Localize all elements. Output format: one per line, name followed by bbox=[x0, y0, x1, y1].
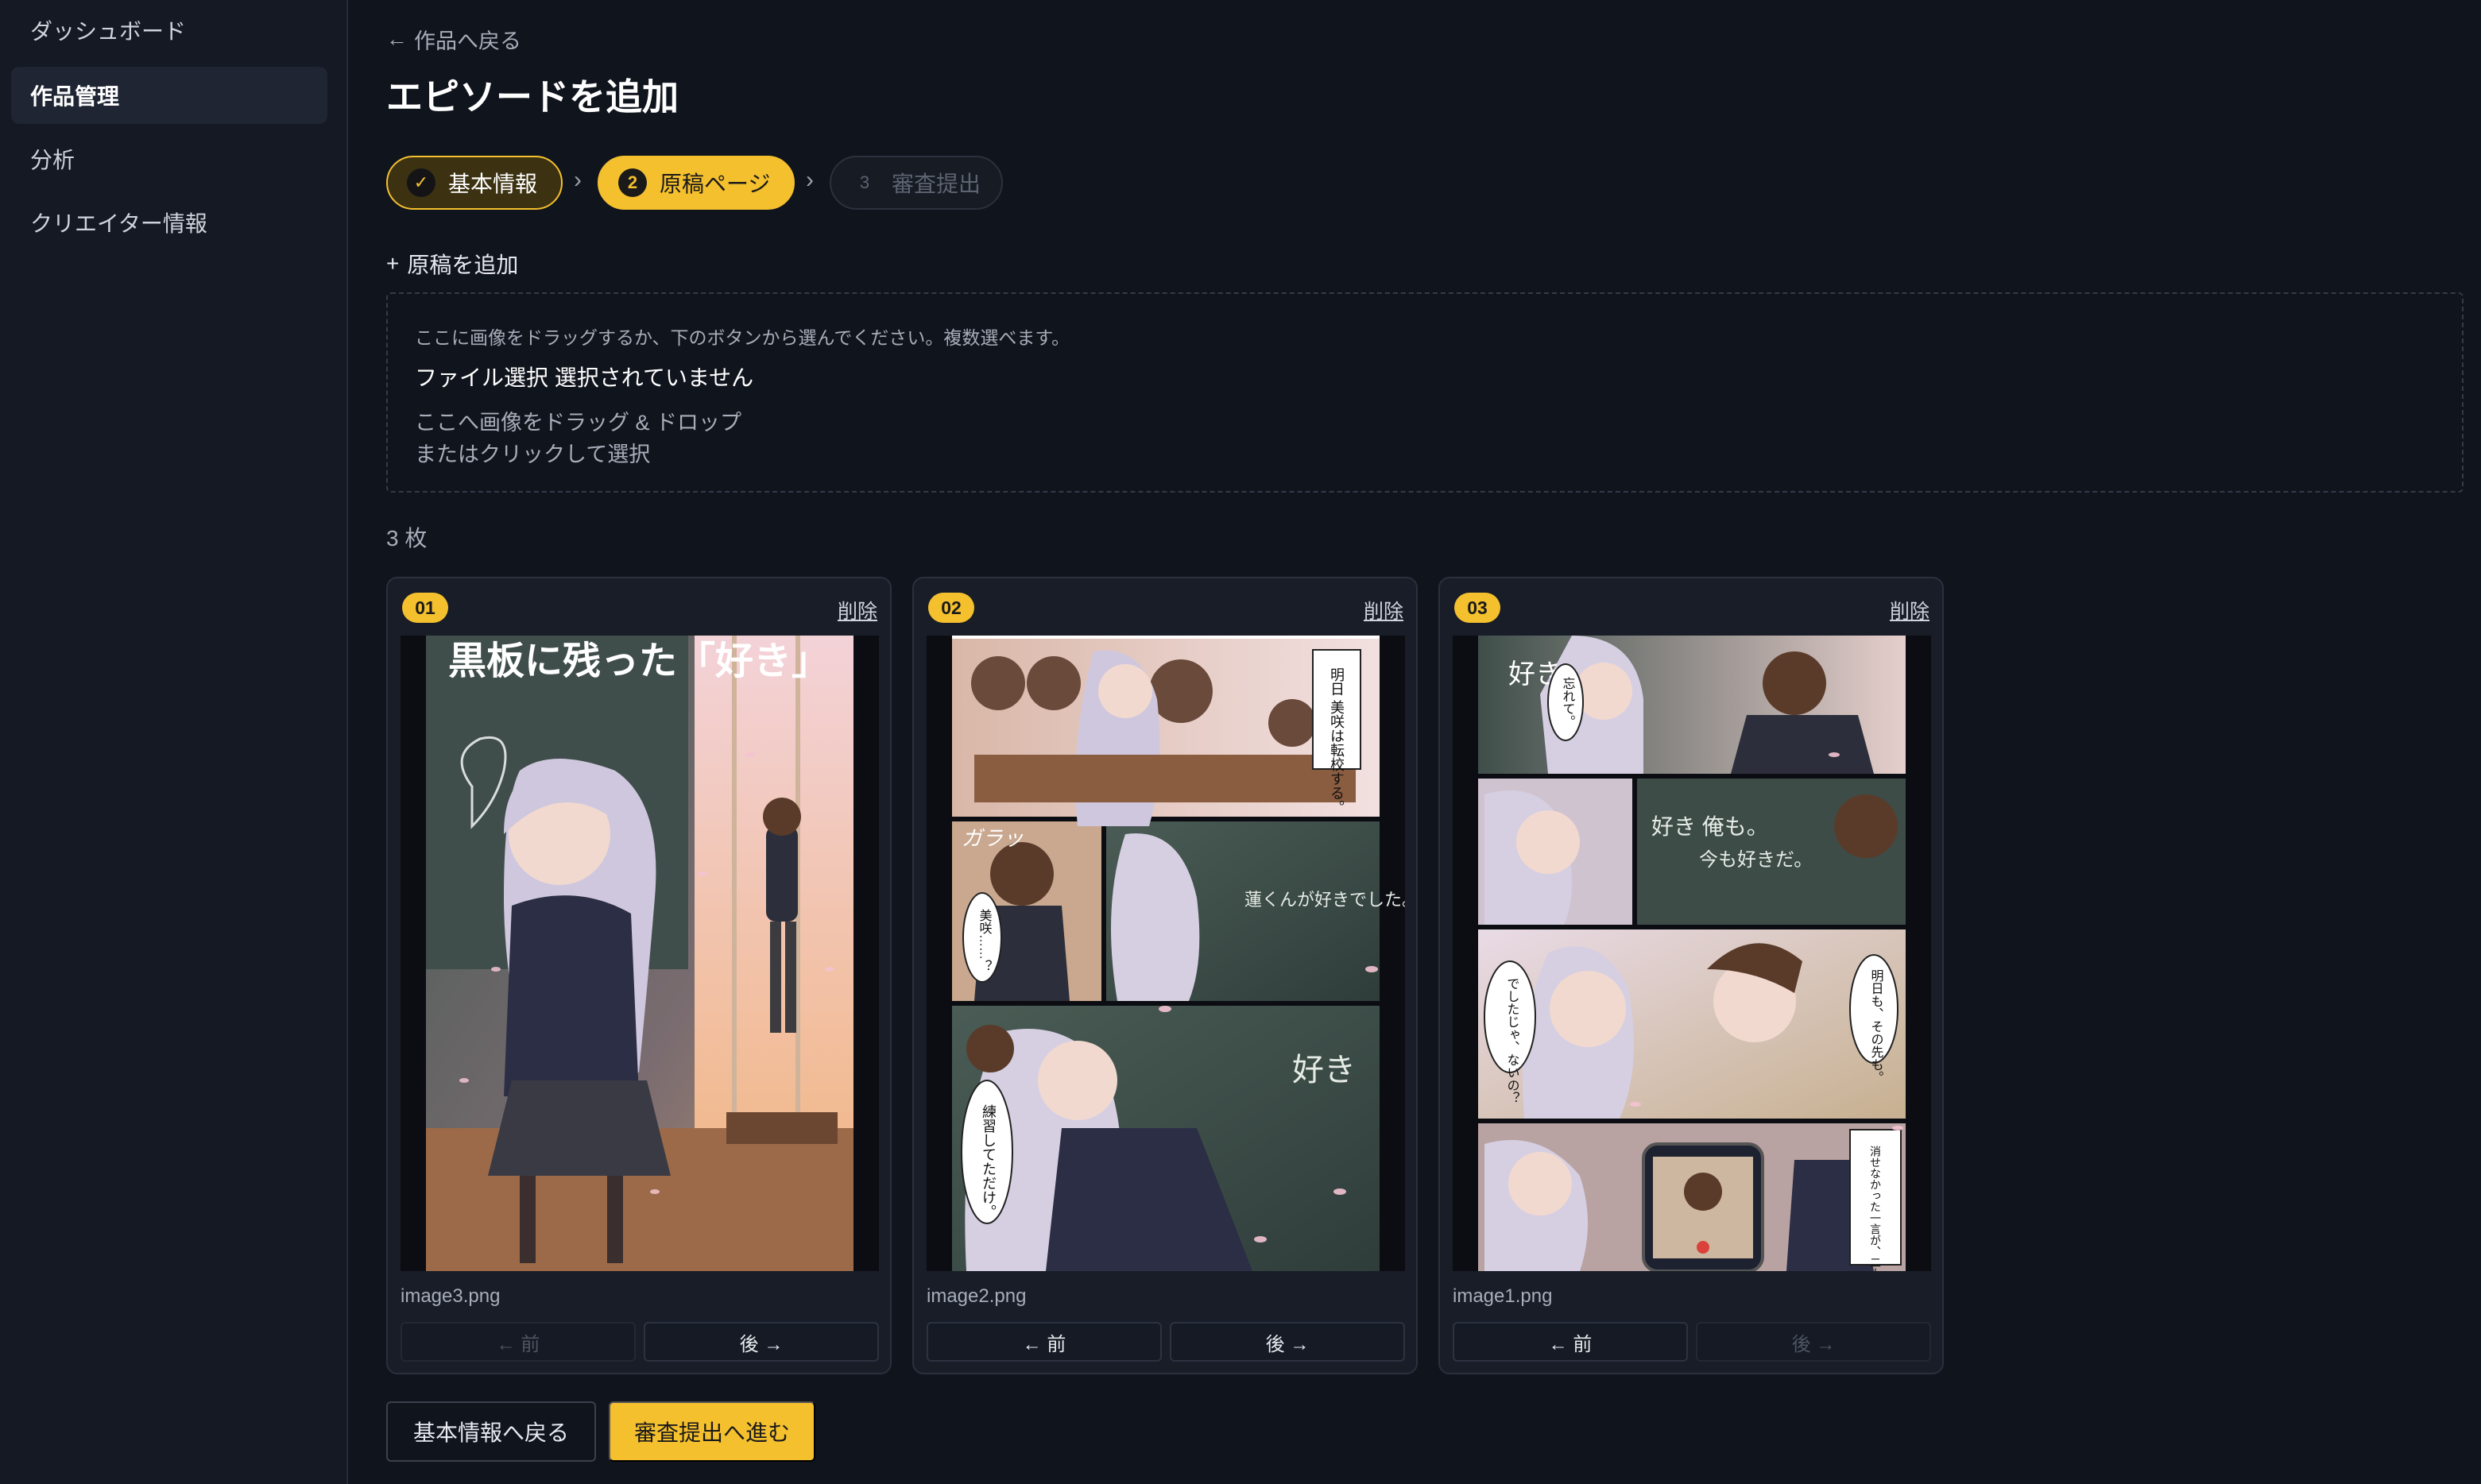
step-label: 原稿ページ bbox=[660, 172, 771, 196]
page-card[interactable]: 03 削除 好き 忘れて。 好き 俺も。 今も好きだ。 でしたじゃ、ないの？ 明… bbox=[1438, 577, 1944, 1374]
back-to-basic-info-button[interactable]: 基本情報へ戻る bbox=[386, 1401, 596, 1462]
file-input[interactable]: ファイル選択 選択されていません bbox=[415, 361, 753, 392]
move-next-button[interactable]: 後 → bbox=[1170, 1322, 1405, 1362]
step-label: 審査提出 bbox=[892, 172, 981, 196]
move-prev-button: ← 前 bbox=[401, 1322, 636, 1362]
delete-page-button[interactable]: 削除 bbox=[1364, 596, 1403, 624]
stepper: ✓ 基本情報 › 2 原稿ページ › 3 審査提出 bbox=[386, 156, 1101, 210]
page-thumbnail: 黒板に残った「好き」 bbox=[401, 636, 879, 1271]
page-card[interactable]: 01 削除 黒板に残った「好き」 image3.png ← 前 後 → bbox=[386, 577, 892, 1374]
page-filename: image2.png bbox=[927, 1285, 1027, 1307]
sidebar-item-analytics[interactable]: 分析 bbox=[11, 130, 327, 187]
cover-title: 黒板に残った「好き」 bbox=[448, 639, 830, 683]
page-thumbnail: 明日 美咲は転校する。 美咲……？ ガラッ 蓮くんが好きでした。 練習してただけ… bbox=[927, 636, 1405, 1271]
page-number-badge: 01 bbox=[402, 593, 448, 623]
page-title: エピソードを追加 bbox=[386, 76, 679, 118]
delete-page-button[interactable]: 削除 bbox=[838, 596, 877, 624]
step-basic-info[interactable]: ✓ 基本情報 bbox=[386, 156, 563, 210]
page-number-badge: 03 bbox=[1454, 593, 1500, 623]
main-content: ← 作品へ戻る エピソードを追加 ✓ 基本情報 › 2 原稿ページ › 3 審査… bbox=[350, 0, 2481, 1484]
add-manuscript-button[interactable]: + 原稿を追加 bbox=[386, 248, 518, 280]
page-filename: image1.png bbox=[1453, 1285, 1553, 1307]
move-next-button[interactable]: 後 → bbox=[644, 1322, 879, 1362]
back-link-label: 作品へ戻る bbox=[414, 29, 521, 53]
add-manuscript-label: 原稿を追加 bbox=[407, 253, 519, 277]
page-count: 3 枚 bbox=[386, 526, 428, 551]
speech-bubble: でしたじゃ、ないの？ bbox=[1505, 977, 1519, 1104]
proceed-to-review-button[interactable]: 審査提出へ進む bbox=[609, 1401, 815, 1462]
speech-bubble: 美咲……？ bbox=[977, 909, 993, 972]
chalk-text: 蓮くんが好きでした。 bbox=[1244, 890, 1405, 910]
delete-page-button[interactable]: 削除 bbox=[1890, 596, 1929, 624]
speech-bubble: 明日も、その先も。 bbox=[1869, 969, 1884, 1084]
chevron-right-icon: › bbox=[806, 167, 814, 193]
step-number: 3 bbox=[859, 172, 870, 192]
speech-bubble: 忘れて。 bbox=[1561, 677, 1576, 728]
manga-page-image: 明日 美咲は転校する。 美咲……？ ガラッ 蓮くんが好きでした。 練習してただけ… bbox=[927, 636, 1405, 1271]
move-prev-button[interactable]: ← 前 bbox=[1453, 1322, 1688, 1362]
manga-page-image: 好き 忘れて。 好き 俺も。 今も好きだ。 でしたじゃ、ないの？ 明日も、その先… bbox=[1453, 636, 1931, 1271]
move-next-button: 後 → bbox=[1696, 1322, 1931, 1362]
step-manuscript-pages[interactable]: 2 原稿ページ bbox=[598, 156, 795, 210]
back-to-works-link[interactable]: ← 作品へ戻る bbox=[386, 24, 521, 55]
step-review-submit: 3 審査提出 bbox=[830, 156, 1003, 210]
dropzone-hint: ここに画像をドラッグするか、下のボタンから選んでください。複数選べます。 bbox=[415, 327, 1070, 348]
chevron-right-icon: › bbox=[574, 167, 582, 193]
arrow-left-icon: ← bbox=[386, 27, 408, 51]
chalk-text: 好き 俺も。 bbox=[1651, 814, 1769, 839]
speech-bubble: 消せなかった一言が、二人の明日をつないだ。 bbox=[1869, 1146, 1882, 1271]
move-prev-button[interactable]: ← 前 bbox=[927, 1322, 1162, 1362]
chalk-text: 好き bbox=[1292, 1053, 1356, 1088]
sidebar-item-creator-info[interactable]: クリエイター情報 bbox=[11, 194, 327, 251]
dropzone-instruction-secondary: またはクリックして選択 bbox=[415, 442, 651, 466]
image-dropzone[interactable]: ここに画像をドラッグするか、下のボタンから選んでください。複数選べます。 ファイ… bbox=[386, 292, 2464, 493]
page-number-badge: 02 bbox=[928, 593, 974, 623]
page-card[interactable]: 02 削除 明日 美咲は転校する。 美咲……？ ガラッ 蓮くんが好きでした。 練… bbox=[912, 577, 1418, 1374]
page-thumbnail: 好き 忘れて。 好き 俺も。 今も好きだ。 でしたじゃ、ないの？ 明日も、その先… bbox=[1453, 636, 1931, 1271]
step-label: 基本情報 bbox=[448, 172, 538, 196]
chalk-text: 今も好きだ。 bbox=[1699, 849, 1813, 871]
speech-bubble: 明日 美咲は転校する。 bbox=[1329, 667, 1345, 814]
sidebar-item-works[interactable]: 作品管理 bbox=[11, 67, 327, 124]
page-filename: image3.png bbox=[401, 1285, 501, 1307]
manga-page-image: 黒板に残った「好き」 bbox=[401, 636, 879, 1271]
step-number: 2 bbox=[618, 168, 647, 197]
sidebar-item-dashboard[interactable]: ダッシュボード bbox=[11, 2, 327, 59]
dropzone-instruction: ここへ画像をドラッグ & ドロップ bbox=[415, 411, 742, 435]
check-icon: ✓ bbox=[407, 168, 435, 197]
plus-icon: + bbox=[386, 251, 400, 276]
sound-effect: ガラッ bbox=[962, 826, 1024, 850]
sidebar: ダッシュボード 作品管理 分析 クリエイター情報 bbox=[0, 0, 348, 1484]
speech-bubble: 練習してただけ。 bbox=[981, 1104, 997, 1219]
